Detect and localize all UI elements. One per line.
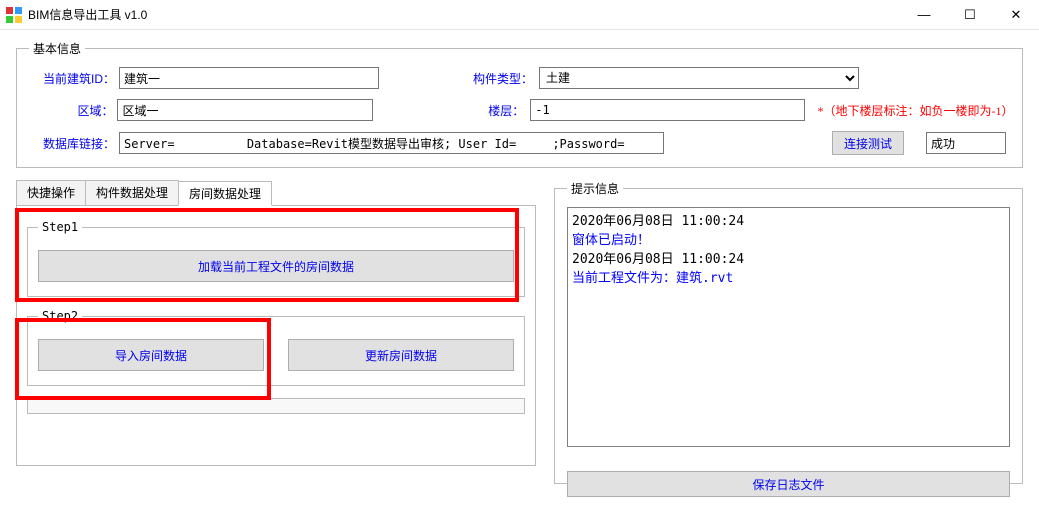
load-room-data-button[interactable]: 加载当前工程文件的房间数据 <box>38 250 514 282</box>
building-id-input[interactable] <box>119 67 379 89</box>
close-button[interactable]: ✕ <box>993 0 1039 30</box>
tab-strip: 快捷操作 构件数据处理 房间数据处理 <box>16 180 536 206</box>
log-output[interactable]: 2020年06月08日 11:00:24窗体已启动！2020年06月08日 11… <box>567 207 1010 447</box>
app-icon <box>6 7 22 23</box>
progress-bar <box>27 398 525 414</box>
minimize-button[interactable]: — <box>901 0 947 30</box>
maximize-button[interactable]: ☐ <box>947 0 993 30</box>
test-connection-button[interactable]: 连接测试 <box>832 131 904 155</box>
db-link-label: 数据库链接： <box>29 135 119 152</box>
step2-legend: Step2 <box>38 309 82 323</box>
basic-info-group: 基本信息 当前建筑ID： 构件类型： 土建 区域： 楼层： *（地下楼层标注：如… <box>16 40 1023 168</box>
import-room-data-button[interactable]: 导入房间数据 <box>38 339 264 371</box>
component-type-label: 构件类型： <box>469 70 539 87</box>
step1-group: Step1 加载当前工程文件的房间数据 <box>27 220 525 297</box>
step1-legend: Step1 <box>38 220 82 234</box>
floor-note: *（地下楼层标注：如负一楼即为-1） <box>817 102 1010 119</box>
window-title: BIM信息导出工具 v1.0 <box>28 6 147 23</box>
log-legend: 提示信息 <box>567 180 623 197</box>
log-line: 2020年06月08日 11:00:24 <box>572 210 1005 229</box>
floor-input[interactable] <box>530 99 805 121</box>
tab-room-data[interactable]: 房间数据处理 <box>178 181 272 206</box>
connection-status <box>926 132 1006 154</box>
db-link-input[interactable] <box>119 132 664 154</box>
basic-info-legend: 基本信息 <box>29 40 85 57</box>
log-line: 当前工程文件为：建筑.rvt <box>572 267 1005 286</box>
area-input[interactable] <box>117 99 373 121</box>
log-line: 窗体已启动！ <box>572 229 1005 248</box>
title-bar: BIM信息导出工具 v1.0 — ☐ ✕ <box>0 0 1039 30</box>
save-log-button[interactable]: 保存日志文件 <box>567 471 1010 497</box>
tab-quick-ops[interactable]: 快捷操作 <box>16 180 86 205</box>
tab-panel-room: Step1 加载当前工程文件的房间数据 Step2 导入房间数据 更新房间数据 <box>16 206 536 466</box>
component-type-select[interactable]: 土建 <box>539 67 859 89</box>
update-room-data-button[interactable]: 更新房间数据 <box>288 339 514 371</box>
step2-group: Step2 导入房间数据 更新房间数据 <box>27 309 525 386</box>
building-id-label: 当前建筑ID： <box>29 70 119 87</box>
log-line: 2020年06月08日 11:00:24 <box>572 248 1005 267</box>
log-group: 提示信息 2020年06月08日 11:00:24窗体已启动！2020年06月0… <box>554 180 1023 484</box>
floor-label: 楼层： <box>461 102 530 119</box>
area-label: 区域： <box>29 102 117 119</box>
tab-component-data[interactable]: 构件数据处理 <box>85 180 179 205</box>
